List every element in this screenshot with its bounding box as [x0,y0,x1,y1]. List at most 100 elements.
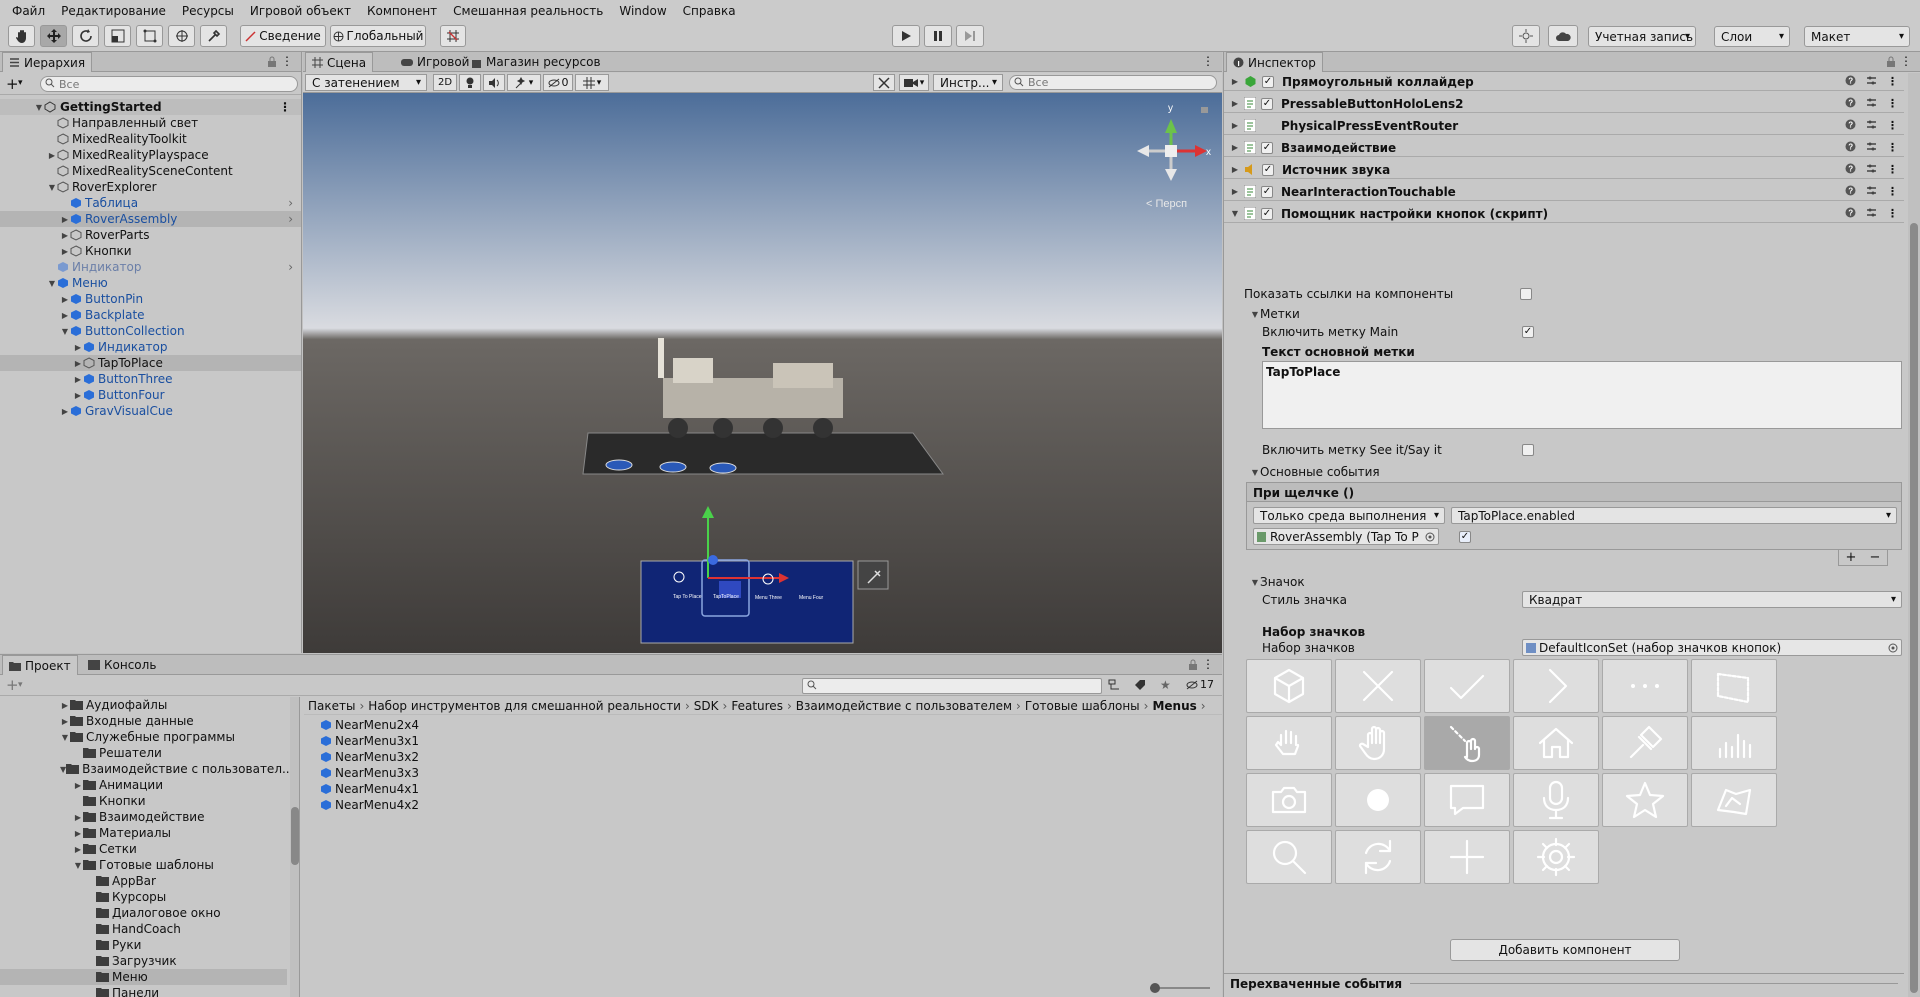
scrollbar-thumb[interactable] [291,807,299,865]
component-header[interactable]: ▶ ✓ NearInteractionTouchable? ⋮ [1224,183,1904,201]
kebab-menu-icon[interactable]: ⋮ [1887,207,1898,220]
tab-project[interactable]: Проект [2,655,78,675]
expand-arrow-icon[interactable]: ▼ [47,279,57,288]
presets-icon[interactable] [1866,75,1877,88]
folder-item[interactable]: Курсоры [0,889,287,905]
component-header[interactable]: ▼ ✓ Помощник настройки кнопок (скрипт)? ⋮ [1224,205,1904,223]
icon-tile[interactable] [1335,716,1421,770]
object-picker-icon[interactable] [1425,532,1435,542]
enable-main-checkbox[interactable]: ✓ [1522,326,1534,338]
help-icon[interactable]: ? [1845,163,1856,176]
breadcrumb-item[interactable]: Готовые шаблоны [1021,699,1144,713]
project-search-input[interactable] [802,678,1102,694]
grid-toggle[interactable]: ▾ [575,74,609,91]
menu-mixed-reality[interactable]: Смешанная реальность [445,4,611,18]
kebab-menu-icon[interactable]: ⋮ [279,100,291,114]
folder-item[interactable]: ▶ Входные данные [0,713,287,729]
filter-type-icon[interactable] [1108,679,1122,691]
transform-tool-button[interactable] [168,25,195,47]
hierarchy-item[interactable]: ▶ ButtonThree [0,371,301,387]
component-enabled-checkbox[interactable]: ✓ [1261,97,1273,110]
tab-inspector[interactable]: Инспектор [1226,52,1323,72]
folder-item[interactable]: ▶ Материалы [0,825,287,841]
labels-foldout[interactable]: ▼ Метки [1250,307,1300,321]
expand-arrow-icon[interactable]: ▶ [73,375,83,384]
hierarchy-item[interactable]: ▶ GravVisualCue [0,403,301,419]
icon-tile[interactable] [1246,659,1332,713]
expand-arrow-icon[interactable]: ▼ [34,103,44,112]
icon-tile[interactable] [1691,773,1777,827]
folder-item[interactable]: ▶ Аудиофайлы [0,697,287,713]
menu-component[interactable]: Компонент [359,4,445,18]
folder-item[interactable]: Загрузчик [0,953,287,969]
icon-tile[interactable] [1424,830,1510,884]
kebab-menu-icon[interactable]: ⋮ [1887,141,1898,154]
scene-root-row[interactable]: ▼ GettingStarted ⋮ [0,99,301,115]
icon-tile[interactable] [1424,773,1510,827]
component-enabled-checkbox[interactable]: ✓ [1261,185,1273,198]
folder-item[interactable]: Решатели [0,745,287,761]
layout-dropdown[interactable]: Макет [1804,26,1910,47]
expand-arrow-icon[interactable]: ▶ [73,813,83,822]
enable-seeit-checkbox[interactable] [1522,444,1534,456]
icon-tile[interactable] [1246,830,1332,884]
expand-arrow-icon[interactable]: ▶ [1230,99,1240,108]
presets-icon[interactable] [1866,163,1877,176]
expand-arrow-icon[interactable]: ▶ [1230,121,1240,130]
menu-assets[interactable]: Ресурсы [174,4,242,18]
component-enabled-checkbox[interactable]: ✓ [1262,75,1274,88]
shading-dropdown[interactable]: С затенением [305,74,427,91]
rect-tool-button[interactable] [136,25,163,47]
menu-help[interactable]: Справка [675,4,744,18]
hand-tool-button[interactable] [8,25,35,47]
scene-viewport[interactable]: Tap To Place TapToPlace Menu Three Menu … [303,93,1222,653]
add-listener-button[interactable]: + [1846,550,1857,565]
asset-item[interactable]: NearMenu4x2 [320,797,720,813]
favorite-star-icon[interactable]: ★ [1160,678,1171,692]
component-enabled-checkbox[interactable]: ✓ [1262,163,1274,176]
chevron-right-icon[interactable]: › [288,212,293,226]
kebab-menu-icon[interactable]: ⋮ [1887,75,1898,88]
hierarchy-item[interactable]: ▼ ButtonCollection [0,323,301,339]
icon-tile[interactable] [1424,659,1510,713]
camera-dropdown[interactable]: ▾ [899,74,929,91]
inspector-scrollbar[interactable] [1908,73,1920,997]
breadcrumb-item[interactable]: Взаимодействие с пользователем [792,699,1016,713]
object-reference-field[interactable]: RoverAssembly (Tap To P [1253,528,1439,545]
zoom-slider[interactable] [1150,983,1210,993]
asset-item[interactable]: NearMenu3x1 [320,733,720,749]
layers-dropdown[interactable]: Слои [1714,26,1790,47]
help-icon[interactable]: ? [1845,207,1856,220]
presets-icon[interactable] [1866,119,1877,132]
expand-arrow-icon[interactable]: ▶ [60,231,70,240]
expand-arrow-icon[interactable]: ▶ [60,311,70,320]
menu-edit[interactable]: Редактирование [53,4,174,18]
presets-icon[interactable] [1866,97,1877,110]
hierarchy-item[interactable]: MixedRealitySceneContent [0,163,301,179]
help-icon[interactable]: ? [1845,75,1856,88]
move-tool-button[interactable] [40,25,67,47]
hierarchy-item[interactable]: ▶ TapToPlace [0,355,301,371]
icon-tile[interactable] [1246,716,1332,770]
icon-style-dropdown[interactable]: Квадрат [1522,591,1902,608]
kebab-menu-icon[interactable]: ⋮ [1887,97,1898,110]
expand-arrow-icon[interactable]: ▶ [73,359,83,368]
gizmos-dropdown[interactable]: Инстр... [933,74,1003,91]
create-asset-icon[interactable]: + [6,676,19,694]
collab-button[interactable] [1512,25,1540,47]
expand-arrow-icon[interactable]: ▶ [60,295,70,304]
runtime-mode-dropdown[interactable]: Только среда выполнения [1253,507,1445,524]
component-enabled-checkbox[interactable]: ✓ [1261,207,1273,220]
main-text-input[interactable]: TapToPlace [1262,361,1902,429]
icon-tile[interactable] [1513,659,1599,713]
remove-listener-button[interactable]: − [1870,550,1881,565]
iconset-field[interactable]: DefaultIconSet (набор значков кнопок) [1522,639,1902,656]
expand-arrow-icon[interactable]: ▶ [73,845,83,854]
expand-arrow-icon[interactable]: ▶ [73,829,83,838]
expand-arrow-icon[interactable]: ▼ [73,861,83,870]
rotate-tool-button[interactable] [72,25,99,47]
expand-arrow-icon[interactable]: ▶ [60,701,70,710]
pause-button[interactable] [924,25,952,47]
2d-toggle[interactable]: 2D [433,74,457,91]
expand-arrow-icon[interactable]: ▶ [73,781,83,790]
